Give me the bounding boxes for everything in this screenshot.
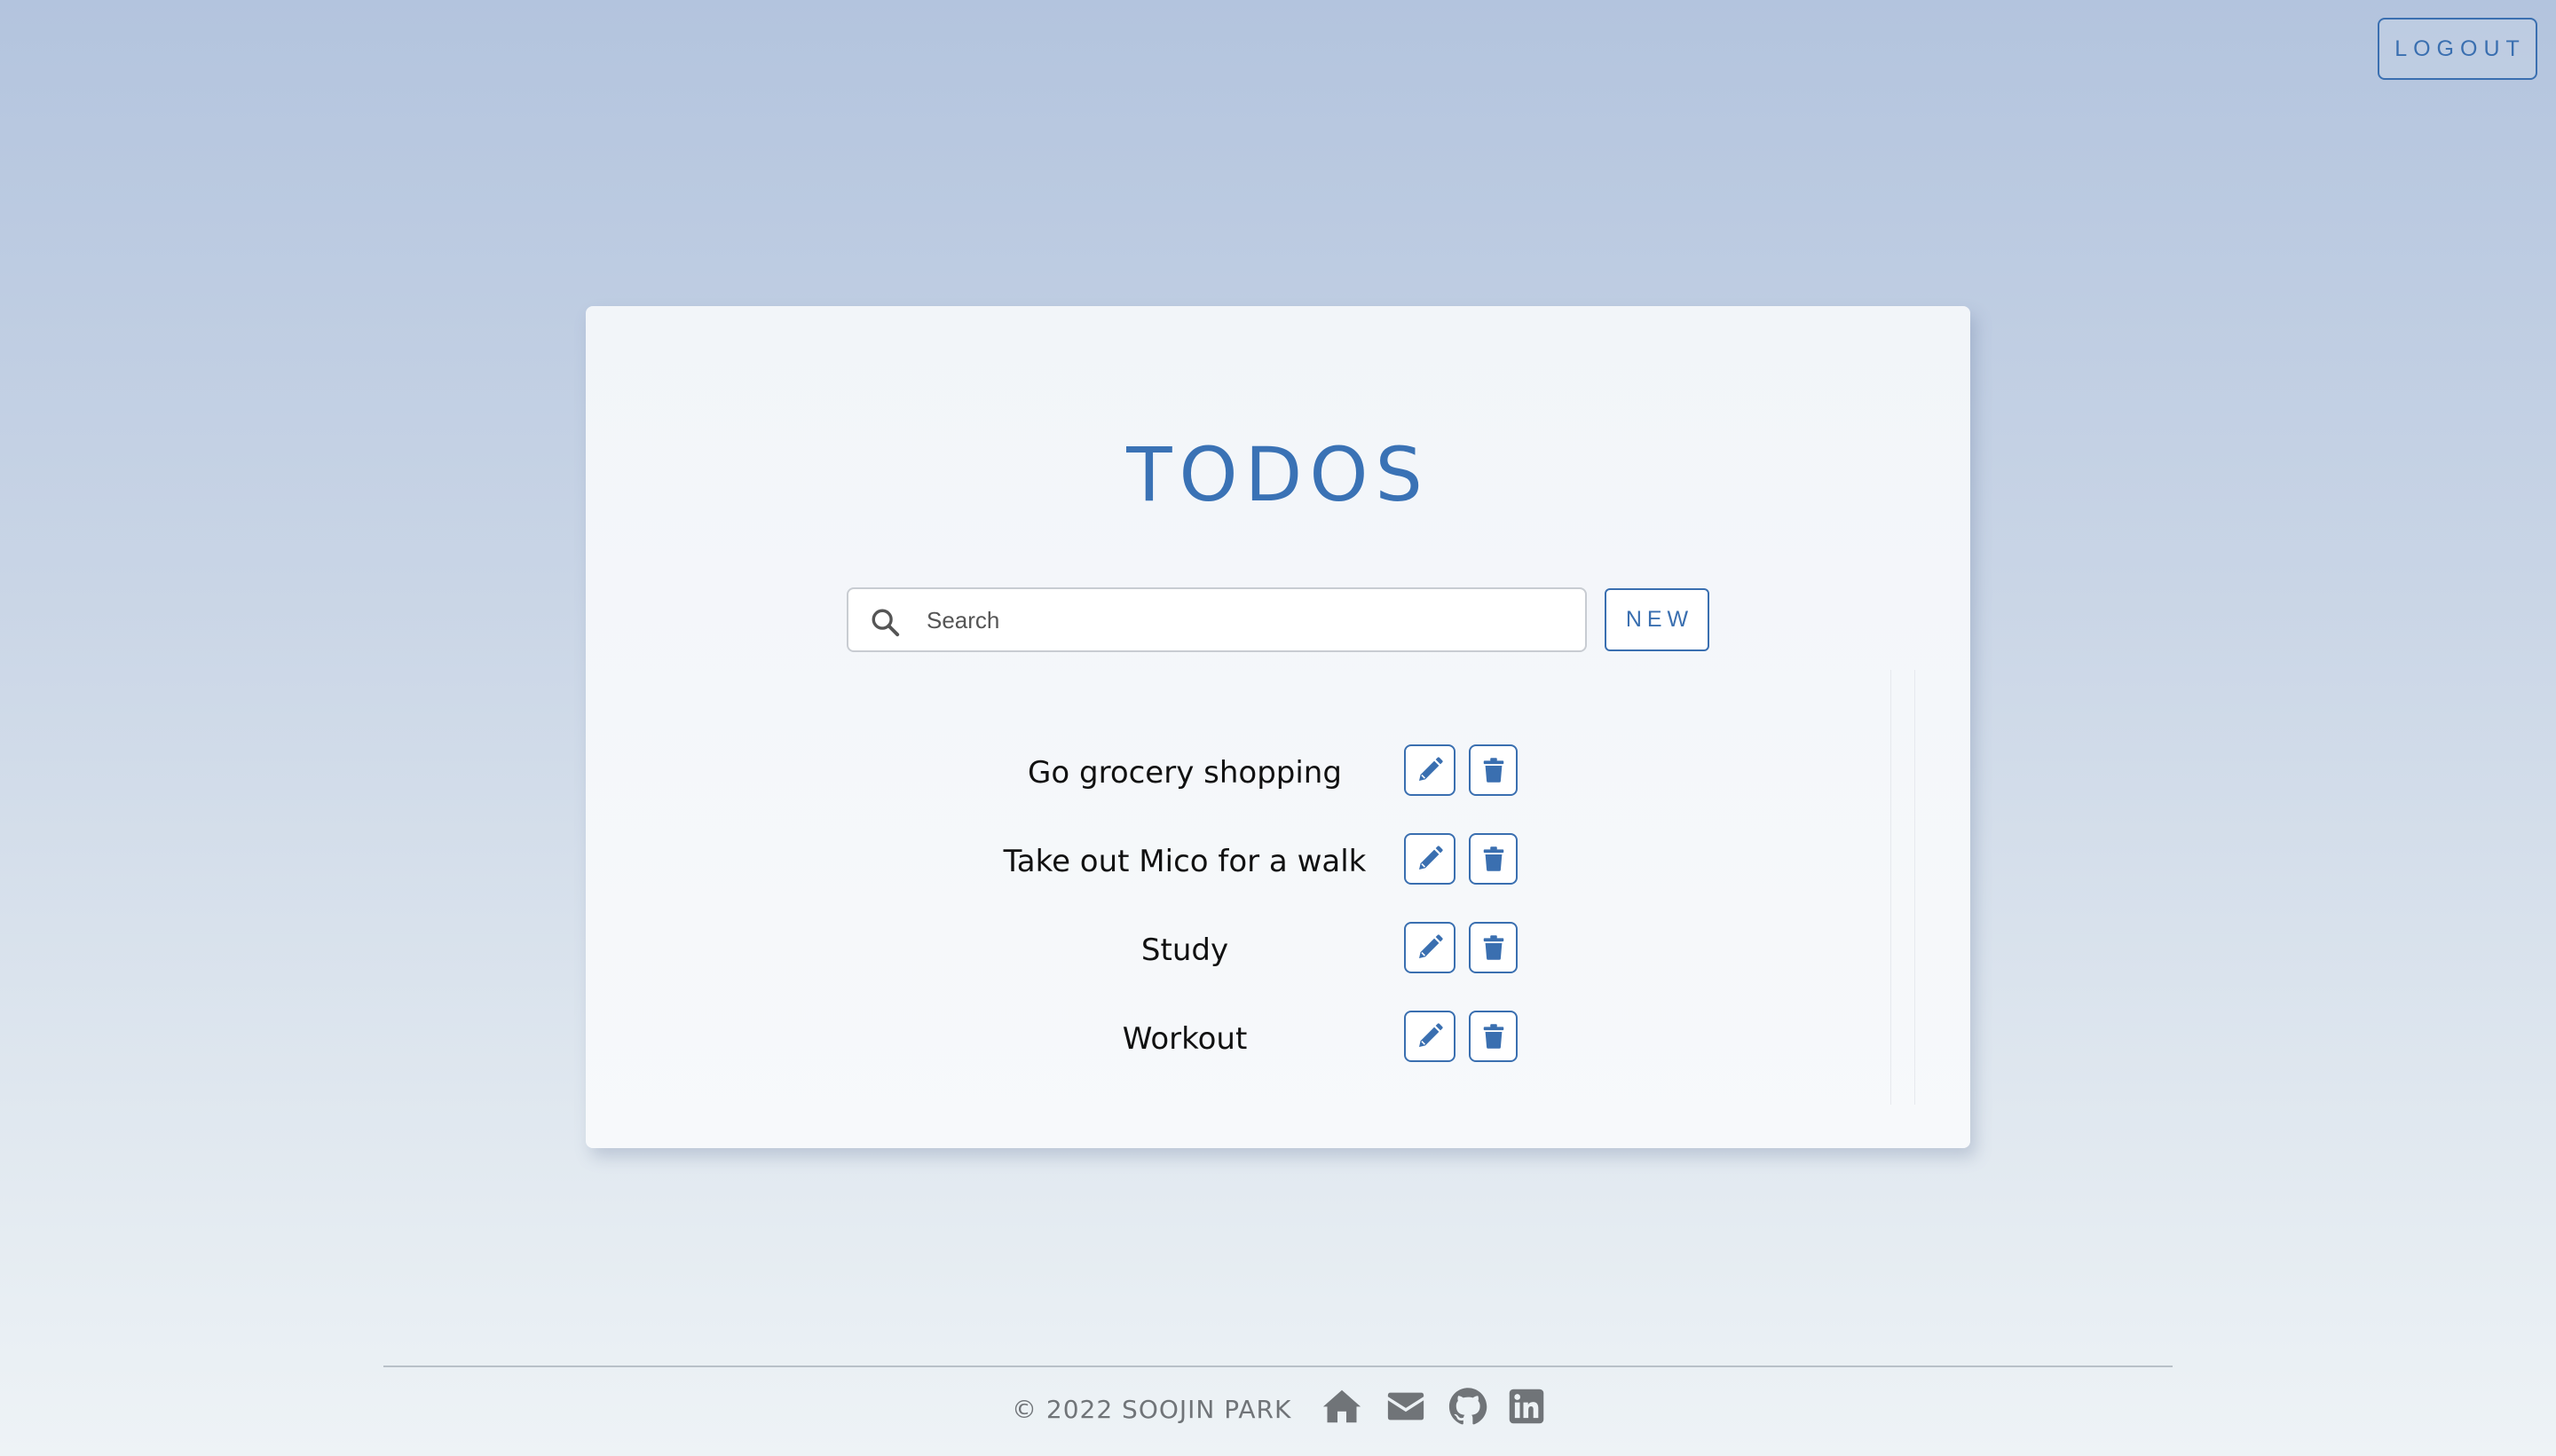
todo-item: Workout: [586, 1011, 1970, 1066]
pencil-icon: [1419, 757, 1443, 781]
pencil-icon: [1419, 934, 1443, 958]
edit-button[interactable]: [1404, 744, 1456, 796]
envelope-icon[interactable]: [1385, 1386, 1426, 1427]
todo-text: Study: [1140, 933, 1229, 968]
pencil-icon: [1419, 846, 1443, 870]
footer: © 2022 SOOJIN PARK: [0, 1386, 2556, 1430]
todo-text: Go grocery shopping: [1028, 755, 1342, 791]
trash-icon: [1483, 758, 1503, 783]
trash-icon: [1483, 846, 1503, 871]
delete-button[interactable]: [1469, 833, 1518, 885]
trash-icon: [1483, 935, 1503, 960]
logout-button[interactable]: LOGOUT: [2378, 18, 2537, 80]
page-title: TODOS: [1126, 431, 1430, 518]
new-todo-button[interactable]: NEW: [1605, 588, 1709, 651]
search-box[interactable]: [847, 587, 1587, 652]
todo-item: Take out Mico for a walk: [586, 833, 1970, 888]
todo-text: Workout: [1122, 1021, 1248, 1057]
footer-divider: [383, 1365, 2173, 1367]
linkedin-icon[interactable]: [1508, 1386, 1549, 1427]
todo-text: Take out Mico for a walk: [1003, 844, 1367, 879]
edit-button[interactable]: [1404, 922, 1456, 973]
search-input[interactable]: [925, 589, 1567, 652]
github-icon[interactable]: [1448, 1386, 1488, 1427]
edit-button[interactable]: [1404, 1011, 1456, 1062]
delete-button[interactable]: [1469, 744, 1518, 796]
edit-button[interactable]: [1404, 833, 1456, 885]
delete-button[interactable]: [1469, 1011, 1518, 1062]
trash-icon: [1483, 1024, 1503, 1049]
home-icon[interactable]: [1321, 1386, 1362, 1427]
todo-item: Go grocery shopping: [586, 744, 1970, 799]
todo-card: TODOS NEW Go grocery shopping Tak: [586, 306, 1970, 1148]
pencil-icon: [1419, 1023, 1443, 1047]
todo-item: Study: [586, 922, 1970, 977]
delete-button[interactable]: [1469, 922, 1518, 973]
search-icon: [872, 609, 900, 637]
copyright-text: © 2022 SOOJIN PARK: [1012, 1395, 1292, 1424]
